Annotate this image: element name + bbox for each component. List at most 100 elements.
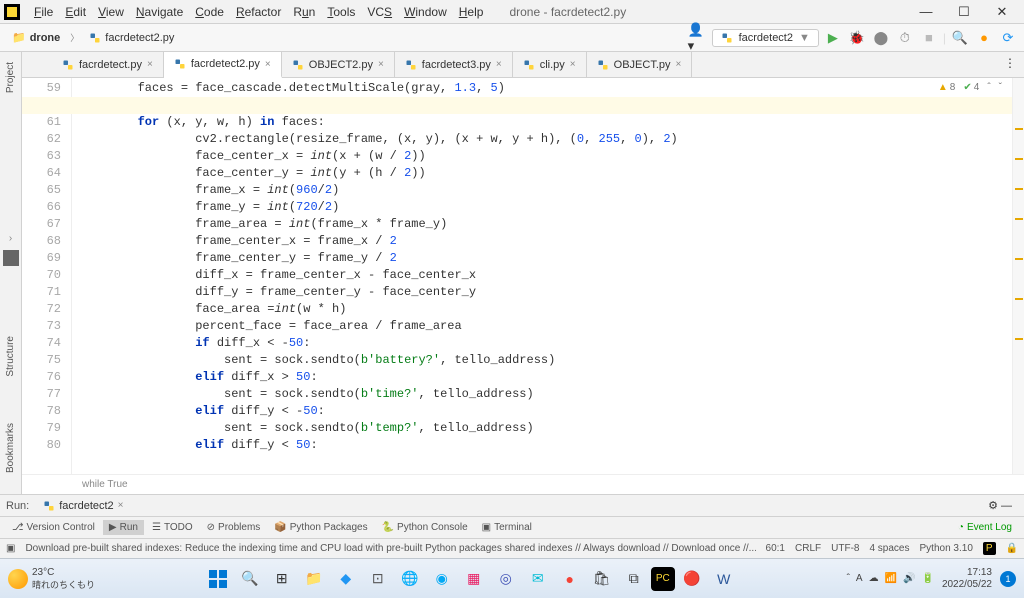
menu-tools[interactable]: Tools bbox=[321, 3, 361, 21]
tool-run[interactable]: ▶ Run bbox=[103, 520, 144, 535]
notifications-icon[interactable]: 1 bbox=[1000, 571, 1016, 587]
editor-tab[interactable]: facrdetect.py× bbox=[52, 52, 164, 77]
search-button[interactable]: 🔍 bbox=[950, 28, 970, 48]
breadcrumb-file[interactable]: facrdetect2.py bbox=[83, 30, 180, 46]
editor-tab[interactable]: facrdetect2.py× bbox=[164, 52, 282, 78]
settings-sync-button[interactable]: ⟳ bbox=[998, 28, 1018, 48]
editor-tab[interactable]: OBJECT2.py× bbox=[282, 52, 395, 77]
task-app[interactable]: ✉ bbox=[523, 564, 553, 594]
python-icon bbox=[62, 59, 74, 71]
task-pycharm[interactable]: PC bbox=[651, 567, 675, 591]
run-tab[interactable]: facrdetect2 × bbox=[37, 498, 129, 514]
tool-python-console[interactable]: 🐍 Python Console bbox=[376, 520, 474, 535]
event-log[interactable]: ◔ Event Log bbox=[952, 520, 1018, 535]
close-icon[interactable]: × bbox=[570, 59, 576, 70]
editor-tab[interactable]: OBJECT.py× bbox=[587, 52, 693, 77]
close-icon[interactable]: × bbox=[676, 59, 682, 70]
tool-version-control[interactable]: ⎇ Version Control bbox=[6, 520, 101, 535]
task-chrome[interactable]: 🔴 bbox=[677, 564, 707, 594]
chevron-up-icon[interactable]: ˆ bbox=[987, 82, 990, 93]
task-word[interactable]: W bbox=[709, 564, 739, 594]
task-edge[interactable]: 🌐 bbox=[395, 564, 425, 594]
task-search[interactable]: 🔍 bbox=[235, 564, 265, 594]
close-icon[interactable]: × bbox=[265, 59, 271, 70]
task-app[interactable]: ⧉ bbox=[619, 564, 649, 594]
menu-refactor[interactable]: Refactor bbox=[230, 3, 287, 21]
run-button[interactable]: ▶ bbox=[823, 28, 843, 48]
menu-vcs[interactable]: VCS bbox=[361, 3, 398, 21]
tool-terminal[interactable]: ▣ Terminal bbox=[476, 520, 538, 535]
system-tray[interactable]: ˆ A ☁ 📶 🔊 🔋 bbox=[847, 573, 934, 584]
task-app[interactable]: ◎ bbox=[491, 564, 521, 594]
side-tab-project[interactable]: Project bbox=[3, 56, 18, 99]
user-icon[interactable]: 👤▾ bbox=[688, 28, 708, 48]
profile-button[interactable]: ⏱ bbox=[895, 28, 915, 48]
menu-edit[interactable]: Edit bbox=[59, 3, 92, 21]
tray-wifi-icon[interactable]: 📶 bbox=[885, 573, 897, 584]
tray-chevron-icon[interactable]: ˆ bbox=[847, 573, 850, 584]
code-breadcrumb[interactable]: while True bbox=[22, 474, 1024, 494]
error-stripe[interactable] bbox=[1012, 78, 1024, 474]
close-button[interactable]: ✕ bbox=[984, 2, 1020, 22]
task-app[interactable]: ⊡ bbox=[363, 564, 393, 594]
code-editor[interactable]: faces = face_cascade.detectMultiScale(gr… bbox=[72, 78, 1024, 474]
gutter-icon[interactable] bbox=[3, 250, 19, 266]
close-icon[interactable]: × bbox=[378, 59, 384, 70]
tray-volume-icon[interactable]: 🔊 bbox=[903, 573, 915, 584]
menubar: File Edit View Navigate Code Refactor Ru… bbox=[28, 3, 489, 21]
menu-navigate[interactable]: Navigate bbox=[130, 3, 189, 21]
task-app[interactable]: ◉ bbox=[427, 564, 457, 594]
run-config-selector[interactable]: facrdetect2▼ bbox=[712, 29, 819, 47]
status-message[interactable]: Download pre-built shared indexes: Reduc… bbox=[25, 543, 755, 554]
menu-window[interactable]: Window bbox=[398, 3, 453, 21]
side-tab-structure[interactable]: Structure bbox=[3, 330, 18, 383]
task-taskview[interactable]: ⊞ bbox=[267, 564, 297, 594]
tabs-more[interactable]: ⋮ bbox=[996, 52, 1024, 77]
task-app[interactable]: ◆ bbox=[331, 564, 361, 594]
menu-help[interactable]: Help bbox=[453, 3, 490, 21]
ide-update-button[interactable]: ● bbox=[974, 28, 994, 48]
tool-todo[interactable]: ☰ TODO bbox=[146, 520, 199, 535]
status-indent[interactable]: 4 spaces bbox=[869, 543, 909, 554]
status-lock-icon[interactable]: 🔒 bbox=[1006, 543, 1018, 554]
tray-onedrive-icon[interactable]: ☁ bbox=[869, 573, 879, 584]
minimize-button[interactable]: — bbox=[908, 2, 944, 22]
editor-tab[interactable]: cli.py× bbox=[513, 52, 587, 77]
run-settings-icon[interactable]: ⚙ — bbox=[988, 499, 1018, 512]
breadcrumb-project[interactable]: 📁drone bbox=[6, 29, 66, 46]
statusbar: ▣ Download pre-built shared indexes: Red… bbox=[0, 538, 1024, 558]
task-app[interactable]: 🛍 bbox=[587, 564, 617, 594]
task-app[interactable]: ▦ bbox=[459, 564, 489, 594]
side-tab-bookmarks[interactable]: Bookmarks bbox=[3, 417, 18, 479]
close-icon[interactable]: × bbox=[147, 59, 153, 70]
coverage-button[interactable]: ⬤ bbox=[871, 28, 891, 48]
task-app[interactable]: ● bbox=[555, 564, 585, 594]
menu-code[interactable]: Code bbox=[189, 3, 230, 21]
taskbar-clock[interactable]: 17:13 2022/05/22 bbox=[942, 567, 992, 591]
statusbar-icon[interactable]: ▣ bbox=[6, 543, 15, 554]
inspections-widget[interactable]: ▲8 ✔4 ˆ ˇ bbox=[938, 82, 1002, 93]
tray-battery-icon[interactable]: 🔋 bbox=[921, 573, 933, 584]
menu-view[interactable]: View bbox=[92, 3, 130, 21]
menu-file[interactable]: File bbox=[28, 3, 59, 21]
chevron-down-icon[interactable]: ˇ bbox=[999, 82, 1002, 93]
status-python[interactable]: Python 3.10 bbox=[920, 543, 973, 554]
menu-run[interactable]: Run bbox=[287, 3, 321, 21]
stop-button[interactable]: ■ bbox=[919, 28, 939, 48]
close-icon[interactable]: × bbox=[496, 59, 502, 70]
editor-tab[interactable]: facrdetect3.py× bbox=[395, 52, 513, 77]
start-button[interactable] bbox=[203, 564, 233, 594]
status-encoding[interactable]: UTF-8 bbox=[831, 543, 859, 554]
chevron-icon[interactable]: › bbox=[9, 233, 12, 244]
status-eol[interactable]: CRLF bbox=[795, 543, 821, 554]
close-icon[interactable]: × bbox=[118, 500, 124, 511]
tray-ime-icon[interactable]: A bbox=[856, 573, 863, 584]
tool-problems[interactable]: ⊘ Problems bbox=[201, 520, 267, 535]
maximize-button[interactable]: ☐ bbox=[946, 2, 982, 22]
task-explorer[interactable]: 📁 bbox=[299, 564, 329, 594]
debug-button[interactable]: 🐞 bbox=[847, 28, 867, 48]
taskbar-weather[interactable]: 23°C晴れのちくもり bbox=[8, 567, 95, 591]
tool-python-packages[interactable]: 📦 Python Packages bbox=[268, 520, 373, 535]
status-position[interactable]: 60:1 bbox=[766, 543, 785, 554]
status-ide-icon[interactable]: P bbox=[983, 542, 996, 555]
